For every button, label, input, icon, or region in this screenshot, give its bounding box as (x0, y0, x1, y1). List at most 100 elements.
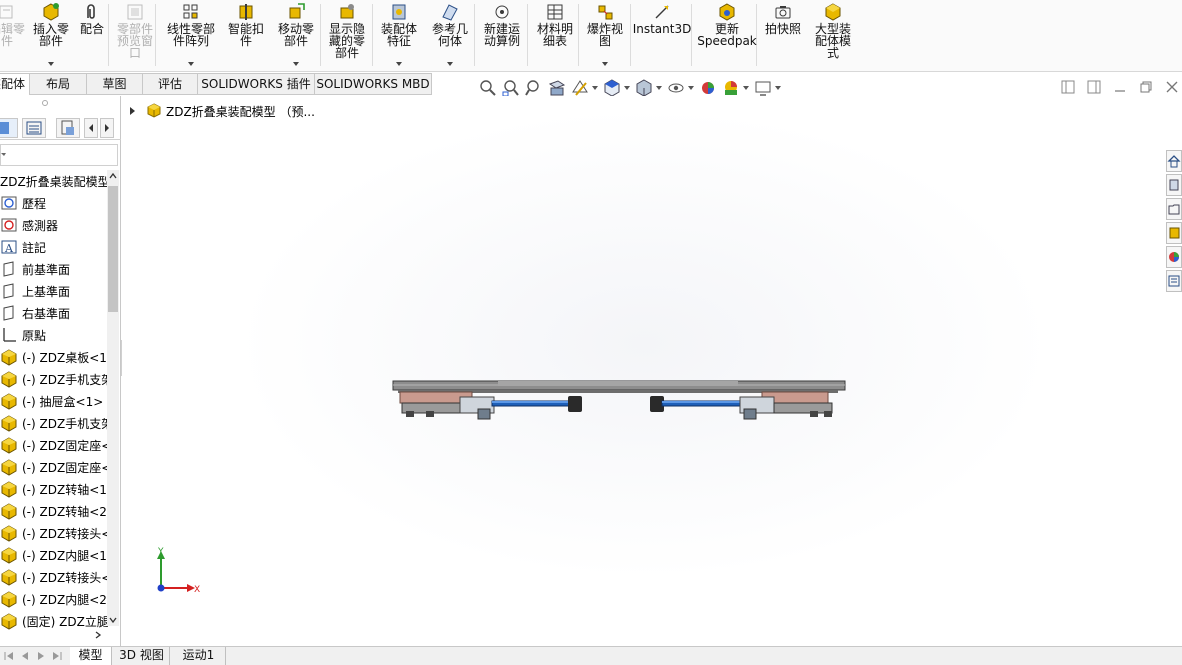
bottom-tab-2[interactable]: 运动1 (172, 647, 226, 665)
dropdown-arrow-icon[interactable] (48, 62, 54, 66)
dynamic-annotation-icon[interactable] (570, 78, 598, 98)
reference-geometry-button[interactable]: 参考几 何体 (425, 2, 475, 68)
command-tab-3[interactable]: 评估 (142, 73, 198, 95)
close-icon[interactable] (1164, 80, 1180, 96)
flyout-feature-tree[interactable]: ZDZ折叠桌装配模型 （预... (130, 102, 315, 120)
tree-item[interactable]: (-) ZDZ固定座< (0, 456, 108, 478)
feature-tree-tab[interactable] (0, 118, 18, 138)
zoom-to-area-icon[interactable] (501, 78, 521, 98)
task-pane-home-icon[interactable] (1166, 150, 1182, 172)
restore-icon[interactable] (1138, 80, 1154, 96)
hide-show-items-icon[interactable] (666, 78, 694, 98)
assembly-feature-button[interactable]: 装配体 特征 (375, 2, 423, 68)
mate-button[interactable]: 配合 (76, 2, 108, 68)
dropdown-arrow-icon[interactable] (188, 62, 194, 66)
smart-fastener-icon (236, 2, 256, 22)
bottom-tab-0[interactable]: 模型 (70, 647, 112, 665)
tree-item[interactable]: (-) ZDZ桌板<1> (0, 346, 108, 368)
graphics-area[interactable]: ZDZ折叠桌装配模型 （预... Y X (122, 96, 1166, 646)
tree-item[interactable]: (-) ZDZ转接头< (0, 566, 108, 588)
move-component-button[interactable]: 移动零 部件 (270, 2, 322, 68)
tree-item[interactable]: (-) ZDZ转轴<2> (0, 500, 108, 522)
edit-appearance-icon[interactable] (698, 78, 718, 98)
tree-item[interactable]: 歷程 (0, 192, 108, 214)
tree-item[interactable]: 前基準面 (0, 258, 108, 280)
command-tab-2[interactable]: 草图 (86, 73, 143, 95)
instant3d-button[interactable]: Instant3D (632, 2, 692, 68)
large-assembly-button[interactable]: 大型装 配体模 式 (810, 2, 856, 68)
tree-item[interactable]: (-) ZDZ内腿<1> (0, 544, 108, 566)
view-palette-icon[interactable] (1166, 222, 1182, 244)
configuration-manager-tab[interactable] (56, 118, 80, 138)
bom-button[interactable]: 材料明 细表 (530, 2, 580, 68)
instant3d-label: Instant3D (632, 22, 692, 36)
custom-properties-icon[interactable] (1166, 270, 1182, 292)
tree-item[interactable]: 原點 (0, 324, 108, 346)
show-hidden-button[interactable]: 显示隐 藏的零 部件 (322, 2, 372, 68)
view-orientation-icon[interactable] (602, 78, 630, 98)
tree-filter-input[interactable] (0, 144, 118, 166)
tile-left-icon[interactable] (1060, 80, 1076, 96)
panel-grip-icon[interactable] (42, 100, 48, 106)
tab-scroll-left-icon[interactable] (84, 118, 98, 138)
insert-part-button[interactable]: 插入零 部件 (28, 2, 74, 68)
apply-scene-icon[interactable] (721, 78, 749, 98)
exploded-view-button[interactable]: 爆炸视 图 (582, 2, 628, 68)
bom-label: 材料明 细表 (536, 22, 573, 48)
property-manager-tab[interactable] (22, 118, 46, 138)
zoom-to-fit-icon[interactable] (478, 78, 498, 98)
dropdown-arrow-icon[interactable] (396, 62, 402, 66)
display-style-icon[interactable] (634, 78, 662, 98)
scroll-up-icon[interactable] (107, 170, 119, 182)
command-tab-4[interactable]: SOLIDWORKS 插件 (197, 73, 315, 95)
tree-item[interactable]: (-) ZDZ转轴<1> (0, 478, 108, 500)
tree-item[interactable]: A 註記 (0, 236, 108, 258)
tile-right-icon[interactable] (1086, 80, 1102, 96)
folding-table-model[interactable] (390, 379, 850, 429)
tree-item[interactable]: (-) 抽屉盒<1> (0, 390, 108, 412)
part-preview-button[interactable]: 零部件 预览窗 口 (110, 2, 160, 68)
plane-icon (0, 304, 18, 322)
update-speedpak-button[interactable]: 更新 Speedpak (696, 2, 758, 68)
last-tab-icon[interactable] (50, 649, 64, 663)
previous-view-icon[interactable] (524, 78, 544, 98)
first-tab-icon[interactable] (2, 649, 16, 663)
tab-navigation (2, 649, 64, 663)
new-motion-study-button[interactable]: 新建运 动算例 (477, 2, 527, 68)
command-tab-5[interactable]: SOLIDWORKS MBD (314, 73, 432, 95)
scroll-right-icon[interactable] (92, 629, 104, 641)
tree-item[interactable]: 上基準面 (0, 280, 108, 302)
view-settings-icon[interactable] (753, 78, 781, 98)
edit-part-button[interactable]: 编辑零 件 (0, 2, 26, 68)
linear-pattern-button[interactable]: 线性零部 件阵列 (160, 2, 222, 68)
dropdown-arrow-icon[interactable] (293, 62, 299, 66)
tree-item[interactable]: (-) ZDZ手机支架 (0, 412, 108, 434)
dropdown-arrow-icon[interactable] (447, 62, 453, 66)
prev-tab-icon[interactable] (18, 649, 32, 663)
section-view-icon[interactable] (547, 78, 567, 98)
command-tab-0[interactable]: 装配体 (0, 73, 30, 95)
expand-arrow-icon[interactable] (130, 107, 135, 115)
bottom-tab-1[interactable]: 3D 视图 (114, 647, 170, 665)
new-motion-study-label: 新建运 动算例 (483, 22, 520, 48)
tab-scroll-right-icon[interactable] (100, 118, 114, 138)
file-explorer-icon[interactable] (1166, 198, 1182, 220)
tree-item[interactable]: 右基準面 (0, 302, 108, 324)
scroll-down-icon[interactable] (107, 614, 119, 626)
scroll-thumb[interactable] (108, 186, 118, 312)
tree-item[interactable]: (-) ZDZ转接头< (0, 522, 108, 544)
snapshot-button[interactable]: 拍快照 (759, 2, 807, 68)
smart-fastener-button[interactable]: 智能扣 件 (222, 2, 270, 68)
minimize-icon[interactable] (1112, 80, 1128, 96)
tree-item[interactable]: (-) ZDZ内腿<2> (0, 588, 108, 610)
tree-scrollbar[interactable] (107, 170, 119, 626)
dropdown-arrow-icon[interactable] (602, 62, 608, 66)
next-tab-icon[interactable] (34, 649, 48, 663)
design-library-icon[interactable] (1166, 174, 1182, 196)
tree-item[interactable]: (-) ZDZ固定座< (0, 434, 108, 456)
tree-item[interactable]: (-) ZDZ手机支架 (0, 368, 108, 390)
appearances-icon[interactable] (1166, 246, 1182, 268)
tree-root[interactable]: ZDZ折叠桌装配模型 (0, 170, 108, 192)
tree-item[interactable]: 感測器 (0, 214, 108, 236)
command-tab-1[interactable]: 布局 (29, 73, 87, 95)
